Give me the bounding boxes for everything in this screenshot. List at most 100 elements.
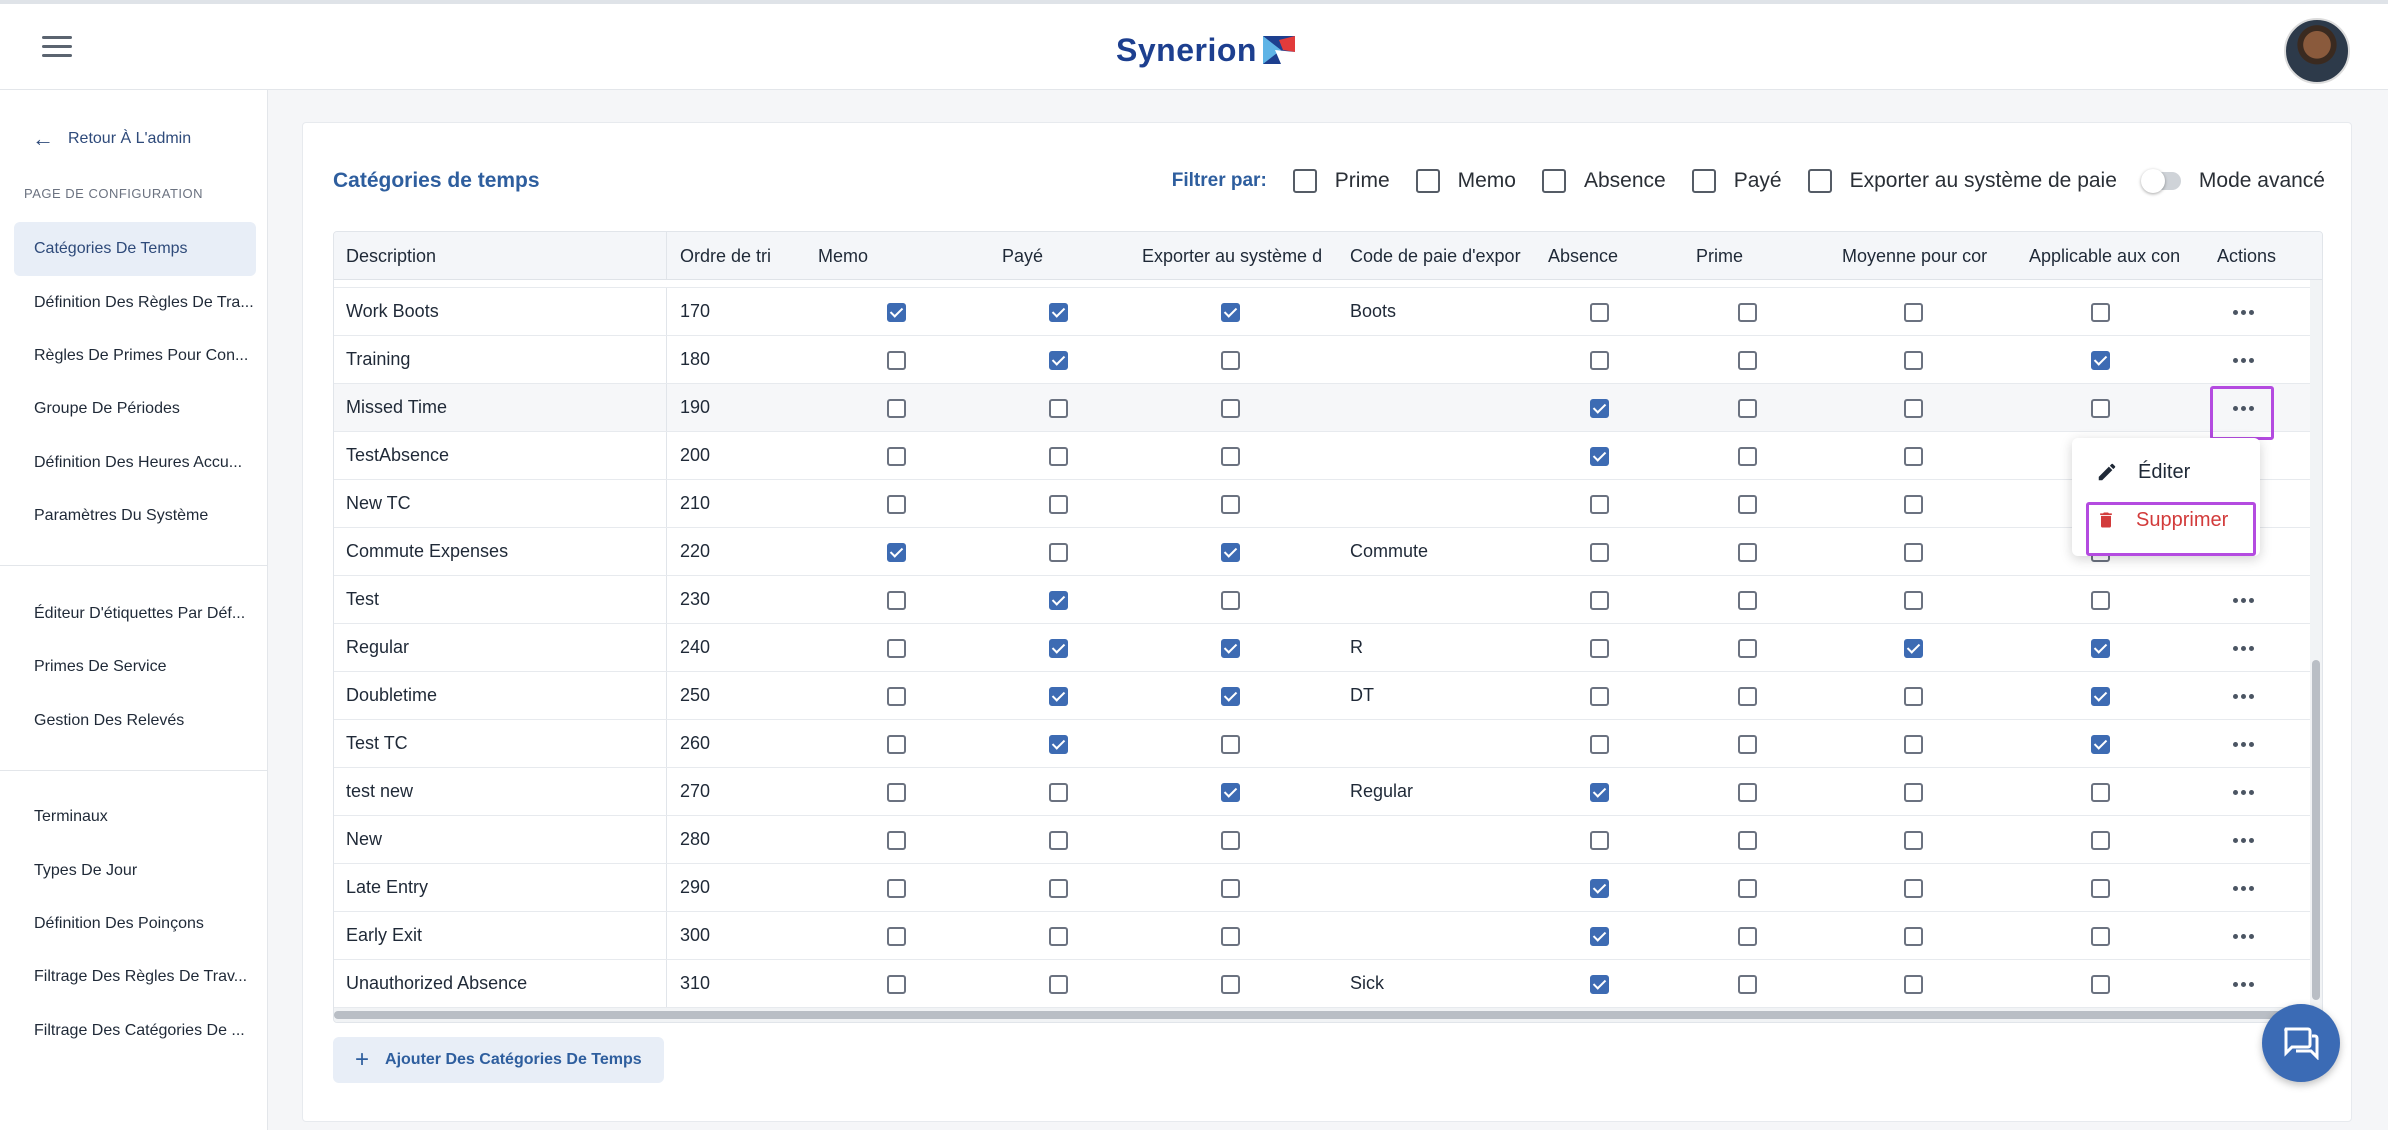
more-actions-icon[interactable]	[2226, 924, 2260, 948]
column-header-description[interactable]: Description	[346, 232, 656, 280]
checkbox-export[interactable]	[1221, 591, 1240, 610]
checkbox-export[interactable]	[1221, 351, 1240, 370]
checkbox-prime[interactable]	[1738, 351, 1757, 370]
checkbox-applicable[interactable]	[2091, 639, 2110, 658]
checkbox-paid[interactable]	[1049, 783, 1068, 802]
sidebar-item-system-settings[interactable]: Paramètres Du Système	[14, 489, 256, 543]
filter-paid[interactable]: Payé	[1691, 169, 1782, 193]
checkbox-absence[interactable]	[1590, 783, 1609, 802]
checkbox-paid[interactable]	[1049, 543, 1068, 562]
checkbox-applicable[interactable]	[2091, 687, 2110, 706]
checkbox-paid[interactable]	[1049, 831, 1068, 850]
checkbox-prime[interactable]	[1738, 543, 1757, 562]
horizontal-scrollbar[interactable]	[334, 1008, 2322, 1022]
table-row[interactable]: Work Boots 170 Boots	[334, 288, 2312, 336]
checkbox-average[interactable]	[1904, 783, 1923, 802]
more-actions-icon[interactable]	[2226, 684, 2260, 708]
checkbox-export[interactable]	[1221, 495, 1240, 514]
checkbox-prime[interactable]	[1738, 783, 1757, 802]
sidebar-item-service-bonuses[interactable]: Primes De Service	[14, 640, 256, 694]
checkbox-paid[interactable]	[1049, 687, 1068, 706]
user-avatar[interactable]	[2284, 18, 2350, 84]
checkbox-prime[interactable]	[1738, 303, 1757, 322]
checkbox-absence[interactable]	[1590, 927, 1609, 946]
table-row[interactable]: Commute Expenses 220 Commute	[334, 528, 2312, 576]
checkbox-export[interactable]	[1221, 879, 1240, 898]
checkbox-paid[interactable]	[1049, 591, 1068, 610]
checkbox-applicable[interactable]	[2091, 735, 2110, 754]
checkbox-average[interactable]	[1904, 399, 1923, 418]
checkbox[interactable]	[1292, 169, 1317, 193]
table-row[interactable]: Regular 240 R	[334, 624, 2312, 672]
checkbox-absence[interactable]	[1590, 975, 1609, 994]
checkbox-export[interactable]	[1221, 927, 1240, 946]
sidebar-item-punch-definitions[interactable]: Définition Des Poinçons	[14, 897, 256, 951]
checkbox-export[interactable]	[1221, 735, 1240, 754]
more-actions-icon[interactable]	[2226, 300, 2260, 324]
checkbox-average[interactable]	[1904, 927, 1923, 946]
more-actions-icon[interactable]	[2226, 780, 2260, 804]
table-row[interactable]: Training 180	[334, 336, 2312, 384]
checkbox-export[interactable]	[1221, 303, 1240, 322]
checkbox-average[interactable]	[1904, 495, 1923, 514]
checkbox-prime[interactable]	[1738, 687, 1757, 706]
checkbox-absence[interactable]	[1590, 687, 1609, 706]
sidebar-item-label-editor[interactable]: Éditeur D'étiquettes Par Déf...	[14, 587, 256, 641]
sidebar-item-day-types[interactable]: Types De Jour	[14, 844, 256, 898]
checkbox-memo[interactable]	[887, 543, 906, 562]
checkbox-paid[interactable]	[1049, 735, 1068, 754]
sidebar-item-work-rule-filtering[interactable]: Filtrage Des Règles De Trav...	[14, 950, 256, 1004]
checkbox-prime[interactable]	[1738, 591, 1757, 610]
checkbox-paid[interactable]	[1049, 399, 1068, 418]
more-actions-icon[interactable]	[2226, 732, 2260, 756]
column-header-applicable[interactable]: Applicable aux con	[2029, 232, 2189, 280]
more-actions-icon[interactable]	[2226, 348, 2260, 372]
checkbox-export[interactable]	[1221, 783, 1240, 802]
checkbox-average[interactable]	[1904, 687, 1923, 706]
checkbox[interactable]	[1541, 169, 1566, 193]
checkbox-absence[interactable]	[1590, 639, 1609, 658]
checkbox-paid[interactable]	[1049, 639, 1068, 658]
checkbox[interactable]	[1691, 169, 1716, 193]
table-row[interactable]: New TC 210	[334, 480, 2312, 528]
checkbox-prime[interactable]	[1738, 975, 1757, 994]
sidebar-item-period-groups[interactable]: Groupe De Périodes	[14, 382, 256, 436]
table-row[interactable]: Missed Time 190	[334, 384, 2312, 432]
sidebar-item-category-filtering[interactable]: Filtrage Des Catégories De ...	[14, 1004, 256, 1058]
more-actions-icon[interactable]	[2226, 972, 2260, 996]
checkbox-paid[interactable]	[1049, 447, 1068, 466]
checkbox-absence[interactable]	[1590, 351, 1609, 370]
sidebar-item-statements[interactable]: Gestion Des Relevés	[14, 694, 256, 748]
checkbox-average[interactable]	[1904, 447, 1923, 466]
checkbox-export[interactable]	[1221, 639, 1240, 658]
checkbox-prime[interactable]	[1738, 639, 1757, 658]
checkbox-prime[interactable]	[1738, 879, 1757, 898]
column-header-absence[interactable]: Absence	[1548, 232, 1668, 280]
checkbox-average[interactable]	[1904, 975, 1923, 994]
filter-prime[interactable]: Prime	[1292, 169, 1390, 193]
checkbox-applicable[interactable]	[2091, 879, 2110, 898]
more-actions-icon[interactable]	[2226, 636, 2260, 660]
checkbox-export[interactable]	[1221, 975, 1240, 994]
checkbox-export[interactable]	[1221, 399, 1240, 418]
checkbox-absence[interactable]	[1590, 303, 1609, 322]
checkbox-absence[interactable]	[1590, 399, 1609, 418]
checkbox-average[interactable]	[1904, 831, 1923, 850]
checkbox-export[interactable]	[1221, 831, 1240, 850]
column-header-prime[interactable]: Prime	[1696, 232, 1816, 280]
checkbox-export[interactable]	[1221, 447, 1240, 466]
checkbox-prime[interactable]	[1738, 399, 1757, 418]
checkbox-average[interactable]	[1904, 591, 1923, 610]
checkbox-memo[interactable]	[887, 831, 906, 850]
checkbox-paid[interactable]	[1049, 927, 1068, 946]
checkbox-average[interactable]	[1904, 543, 1923, 562]
filter-memo[interactable]: Memo	[1415, 169, 1516, 193]
checkbox-applicable[interactable]	[2091, 591, 2110, 610]
checkbox-memo[interactable]	[887, 975, 906, 994]
checkbox-average[interactable]	[1904, 351, 1923, 370]
menu-edit[interactable]: Éditer	[2072, 448, 2260, 496]
checkbox-absence[interactable]	[1590, 447, 1609, 466]
checkbox-applicable[interactable]	[2091, 927, 2110, 946]
sidebar-item-work-rules[interactable]: Définition Des Règles De Tra...	[14, 276, 256, 330]
checkbox-absence[interactable]	[1590, 831, 1609, 850]
